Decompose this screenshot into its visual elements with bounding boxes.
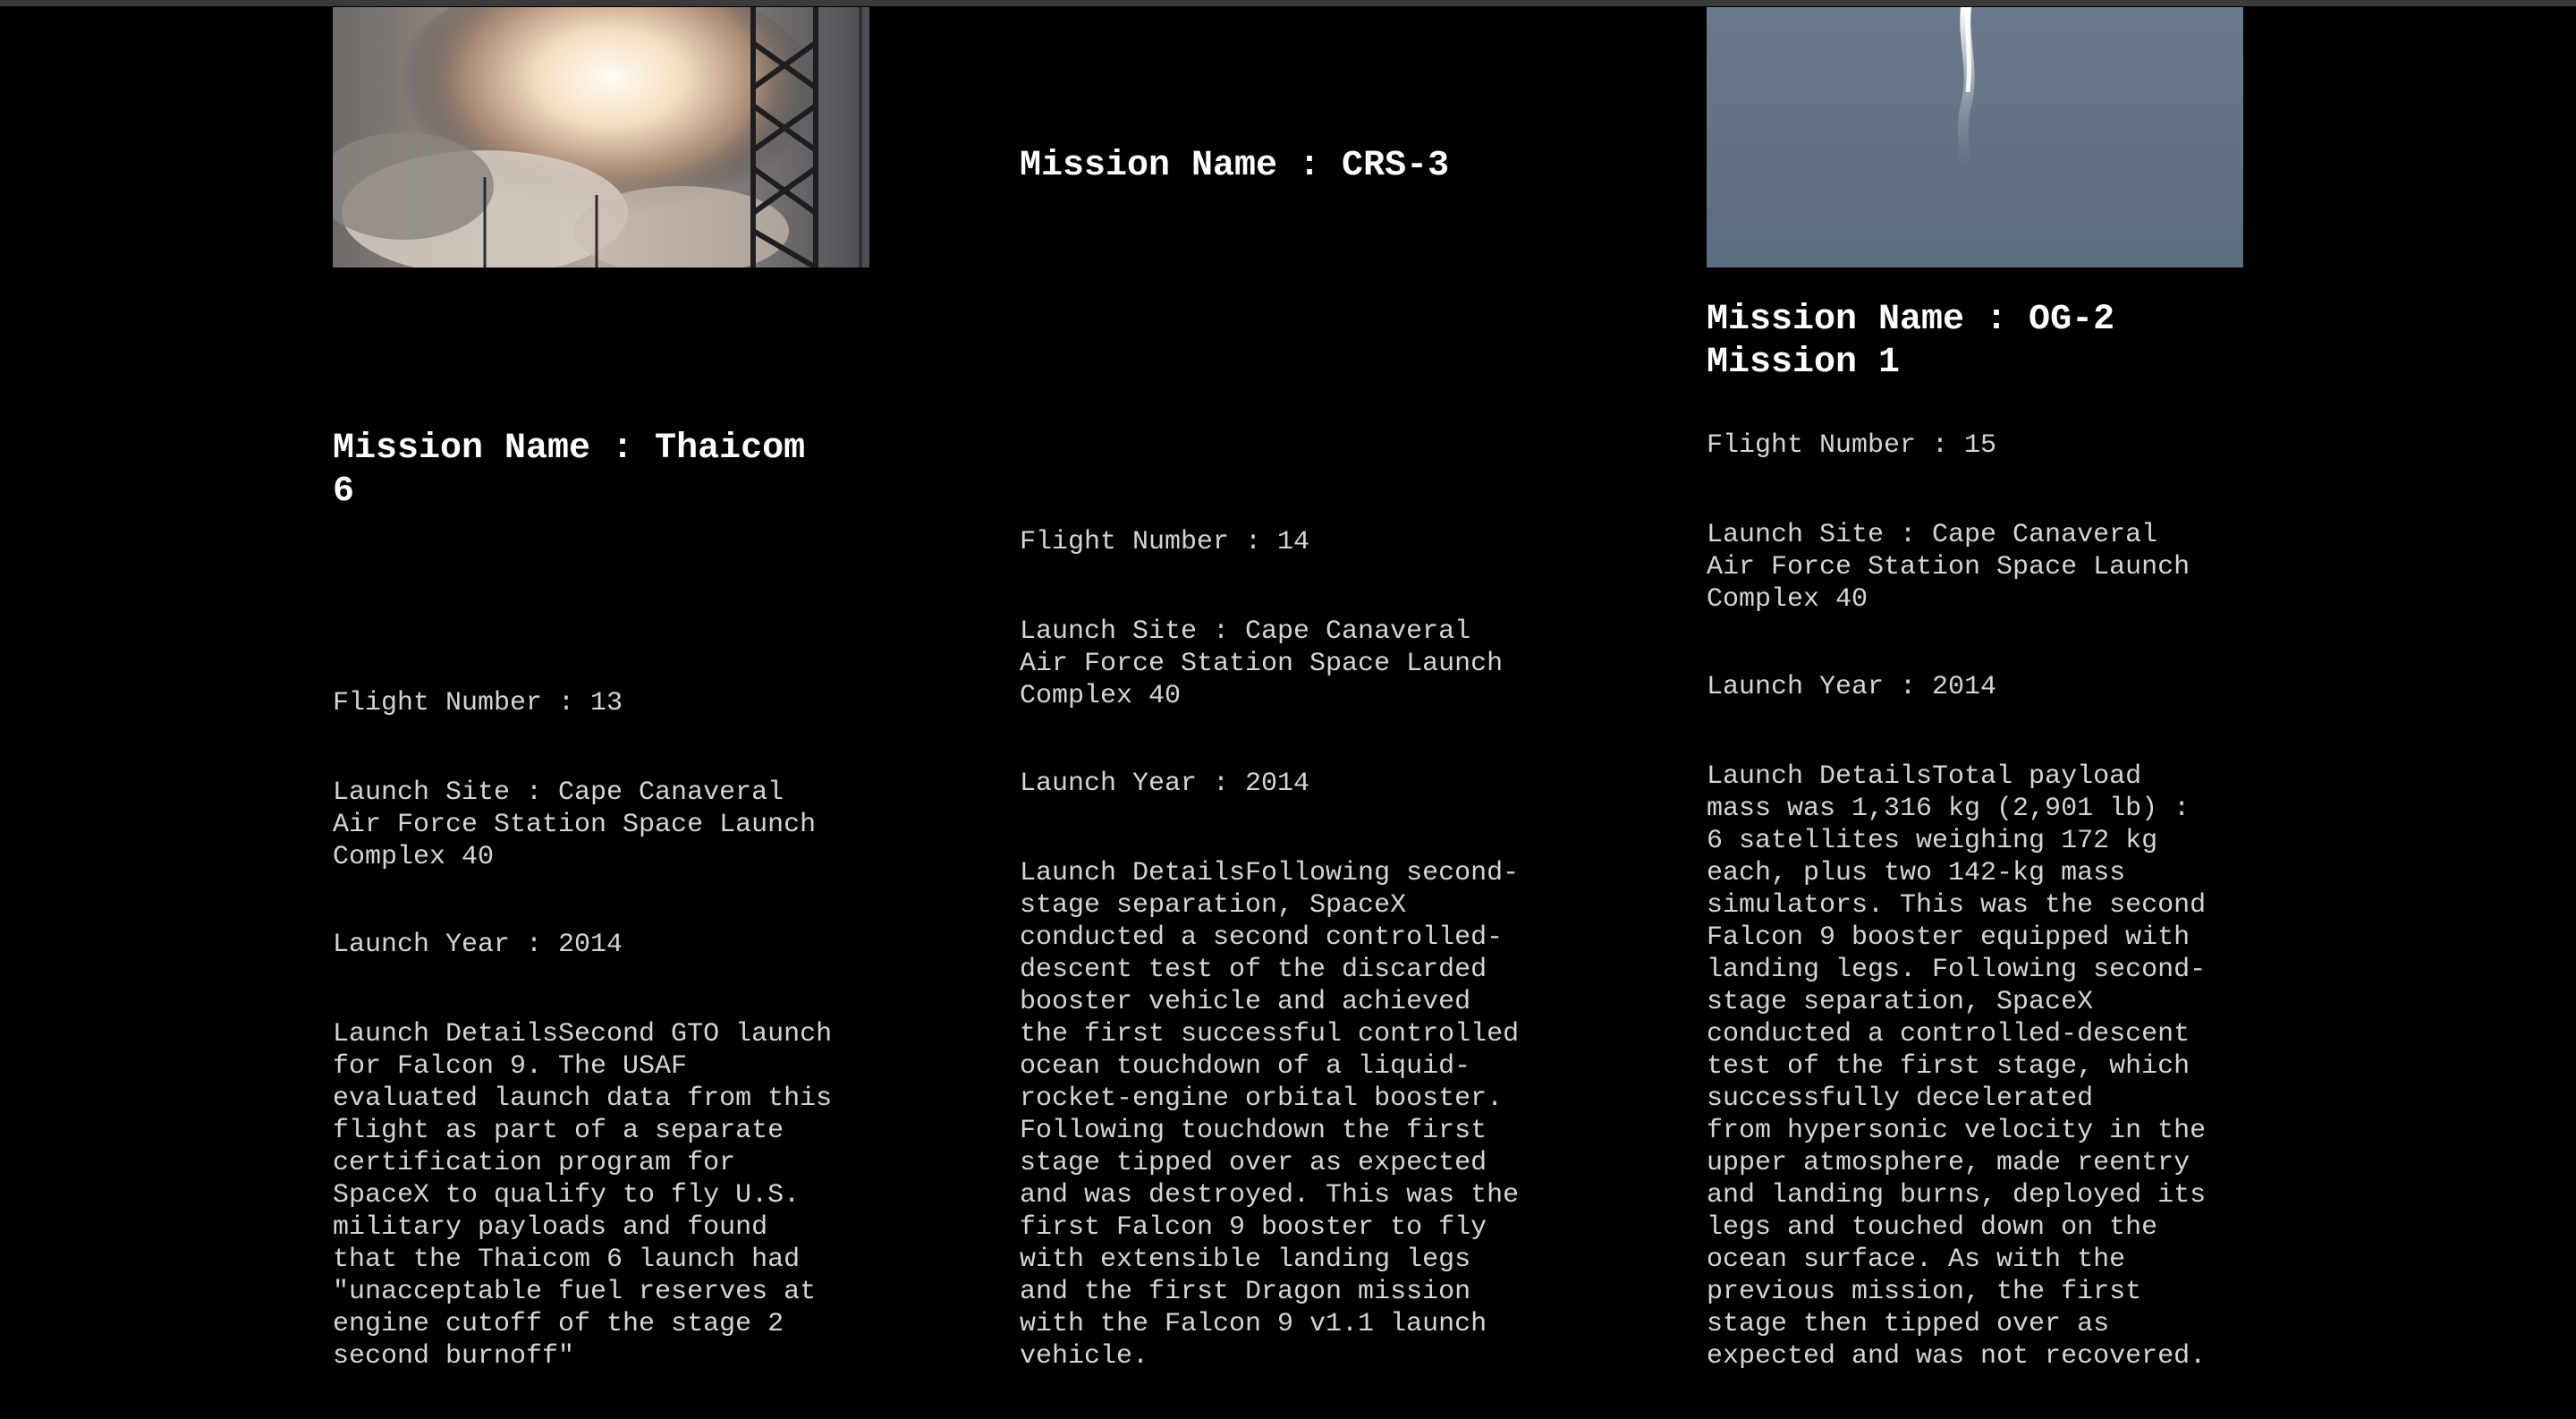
browser-top-bar [0, 0, 2576, 6]
mission-name-heading: Mission Name : CRS-3 [1020, 146, 1450, 186]
mission-name-heading: Mission Name : Thaicom 6 [333, 429, 806, 512]
mission-name-heading: Mission Name : OG-2 Mission 1 [1707, 300, 2115, 383]
launch-photo [333, 7, 869, 268]
rocket-trail-image [1707, 7, 2243, 268]
launch-site: Launch Site : Cape Canaveral Air Force S… [333, 777, 817, 872]
launch-details: Launch DetailsSecond GTO launch for Falc… [333, 1019, 833, 1372]
launch-year: Launch Year : 2014 [1020, 769, 1310, 799]
launch-pad-smoke-image [333, 7, 869, 268]
flight-number: Flight Number : 13 [333, 688, 623, 718]
launch-photo [1707, 7, 2243, 268]
launch-site: Launch Site : Cape Canaveral Air Force S… [1020, 616, 1504, 711]
launch-details: Launch DetailsFollowing second- stage se… [1020, 858, 1520, 1372]
launch-year: Launch Year : 2014 [1707, 672, 1997, 702]
launch-details: Launch DetailsTotal payload mass was 1,3… [1707, 761, 2207, 1372]
flight-number: Flight Number : 14 [1020, 527, 1310, 557]
launch-year: Launch Year : 2014 [333, 930, 623, 960]
launch-site: Launch Site : Cape Canaveral Air Force S… [1707, 520, 2190, 615]
flight-number: Flight Number : 15 [1707, 430, 1997, 461]
